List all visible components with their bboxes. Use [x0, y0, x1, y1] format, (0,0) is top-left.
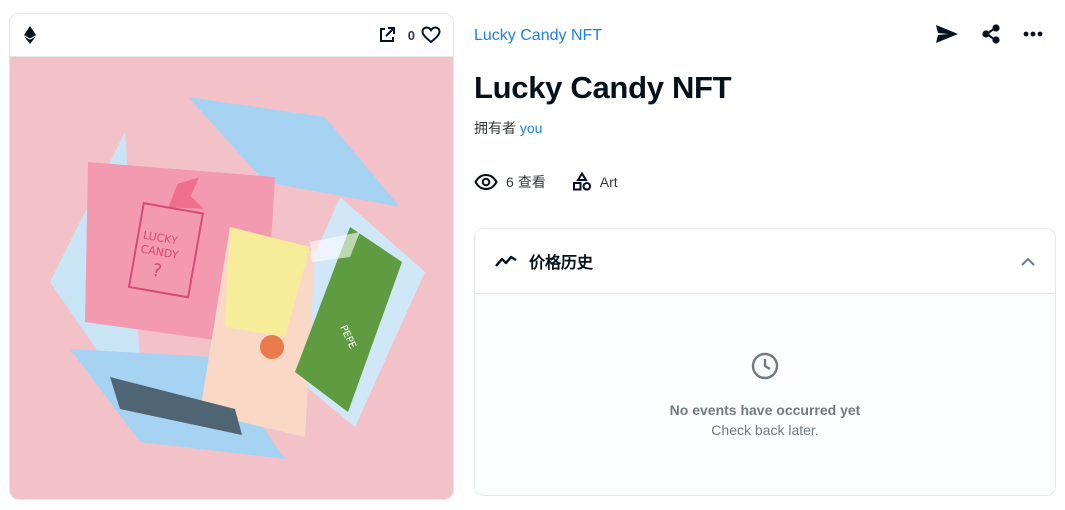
nft-artwork[interactable]: LUCKY CANDY ? PEPE [10, 57, 453, 499]
owner-line: 拥有者 you [474, 118, 542, 138]
meta-row: 6 查看 Art [474, 172, 644, 192]
price-history-header[interactable]: 价格历史 [475, 229, 1055, 294]
send-icon[interactable] [935, 24, 959, 44]
empty-title: No events have occurred yet [669, 402, 861, 418]
price-history-panel: 价格历史 No events have occurred yet Check b… [474, 228, 1056, 496]
share-icon[interactable] [981, 24, 1001, 44]
views-count: 6 [506, 174, 514, 190]
price-history-empty: No events have occurred yet Check back l… [475, 294, 1055, 495]
top-actions [935, 24, 1043, 44]
category-stat[interactable]: Art [572, 172, 618, 192]
price-history-title: 价格历史 [529, 255, 594, 272]
asset-title: Lucky Candy NFT [474, 70, 732, 105]
category-label: Art [599, 174, 618, 190]
favorite-count: 0 [407, 27, 415, 43]
chevron-up-icon[interactable] [1021, 257, 1035, 266]
eye-icon [474, 174, 498, 190]
nft-card: 0 LUCKY CANDY ? PEPE [9, 13, 454, 500]
more-options-icon[interactable] [1023, 31, 1043, 37]
collection-link[interactable]: Lucky Candy NFT [474, 27, 602, 45]
empty-subtitle: Check back later. [711, 422, 819, 438]
ethereum-icon [24, 26, 36, 44]
open-external-icon[interactable] [378, 26, 396, 44]
views-stat: 6 查看 [474, 172, 546, 192]
heart-icon[interactable] [421, 26, 441, 44]
card-header: 0 [10, 14, 453, 57]
shapes-icon [572, 172, 592, 192]
clock-icon [751, 352, 779, 380]
owner-prefix: 拥有者 [474, 120, 516, 136]
trending-icon [495, 254, 517, 268]
owner-link[interactable]: you [520, 120, 543, 136]
views-label: 查看 [517, 174, 546, 190]
